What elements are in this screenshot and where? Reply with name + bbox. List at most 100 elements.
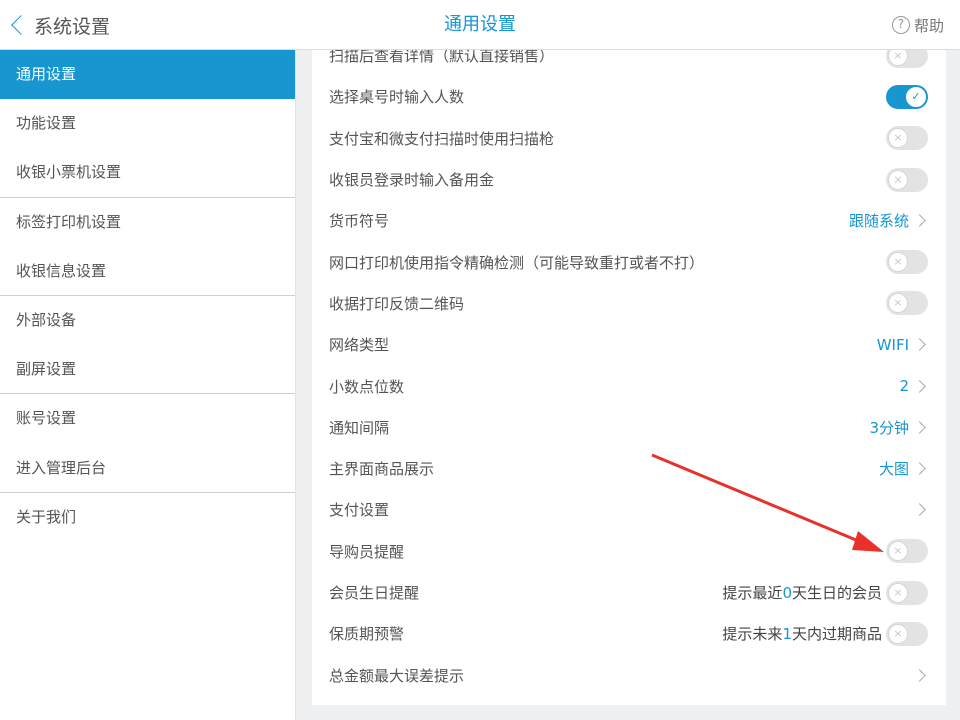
chevron-right-icon (913, 420, 926, 434)
setting-hint: 提示最近0天生日的会员 (722, 582, 882, 603)
setting-label: 选择桌号时输入人数 (329, 88, 465, 107)
toggle-switch[interactable]: × (886, 126, 928, 151)
close-icon: × (888, 252, 908, 273)
toggle-switch[interactable]: × (886, 50, 928, 68)
setting-row-scan-view-details[interactable]: 扫描后查看详情（默认直接销售） × (312, 50, 946, 76)
setting-control: ✓ (886, 84, 928, 109)
chevron-right-icon (913, 503, 926, 517)
setting-control: × (886, 539, 928, 564)
setting-control: 提示未来1天内过期商品 × (722, 621, 928, 646)
setting-label: 收据打印反馈二维码 (329, 294, 465, 313)
setting-row-cashier-petty-cash[interactable]: 收银员登录时输入备用金 × (312, 159, 946, 200)
toggle-switch[interactable]: × (886, 621, 928, 646)
sidebar-item-about[interactable]: 关于我们 (0, 493, 295, 542)
setting-control: 2 (899, 377, 928, 395)
toggle-switch[interactable]: × (886, 250, 928, 275)
sidebar-item-account[interactable]: 账号设置 (0, 394, 295, 443)
sidebar-item-external-devices[interactable]: 外部设备 (0, 296, 295, 345)
sidebar-item-admin-backend[interactable]: 进入管理后台 (0, 444, 295, 493)
setting-row-shelf-life-warning[interactable]: 保质期预警 提示未来1天内过期商品 × (312, 613, 946, 654)
chevron-right-icon (913, 214, 926, 228)
setting-control: 提示最近0天生日的会员 × (722, 580, 928, 605)
setting-control (909, 503, 928, 517)
setting-label: 会员生日提醒 (329, 584, 420, 602)
sidebar-item-cashier-info[interactable]: 收银信息设置 (0, 247, 295, 296)
sidebar-item-label-printer[interactable]: 标签打印机设置 (0, 198, 295, 247)
hint-suffix: 天内过期商品 (791, 625, 882, 644)
setting-label: 主界面商品展示 (329, 460, 435, 479)
close-icon: × (888, 293, 908, 314)
chevron-right-icon (913, 668, 926, 682)
setting-row-decimal-places[interactable]: 小数点位数 2 (312, 365, 946, 406)
toggle-switch[interactable]: × (886, 580, 928, 605)
close-icon: × (888, 128, 908, 149)
sidebar: 通用设置 功能设置 收银小票机设置 标签打印机设置 收银信息设置 外部设备 副屏… (0, 50, 296, 720)
toggle-switch[interactable]: ✓ (886, 84, 928, 109)
chevron-right-icon (913, 462, 926, 475)
toggle-switch[interactable]: × (886, 167, 928, 192)
help-label: 帮助 (913, 16, 944, 35)
sidebar-item-general[interactable]: 通用设置 (0, 50, 295, 100)
chevron-left-icon (11, 15, 31, 35)
sidebar-item-function[interactable]: 功能设置 (0, 99, 295, 148)
setting-row-member-birthday-reminder[interactable]: 会员生日提醒 提示最近0天生日的会员 × (312, 572, 946, 613)
sidebar-item-receipt-printer[interactable]: 收银小票机设置 (0, 148, 295, 198)
setting-control: × (886, 50, 928, 68)
setting-row-total-amount-error-alert[interactable]: 总金额最大误差提示 (312, 654, 946, 695)
setting-label: 支付设置 (329, 501, 390, 520)
setting-control: 跟随系统 (849, 210, 928, 231)
back-button[interactable]: 系统设置 (10, 0, 110, 50)
setting-value: 3分钟 (869, 418, 909, 437)
help-button[interactable]: ? 帮助 (891, 0, 944, 50)
setting-label: 通知间隔 (329, 418, 390, 437)
setting-row-currency-symbol[interactable]: 货币符号 跟随系统 (312, 200, 946, 241)
setting-value: 大图 (878, 460, 909, 479)
setting-label: 货币符号 (329, 212, 390, 231)
close-icon: × (888, 623, 908, 644)
setting-row-alipay-scanner-gun[interactable]: 支付宝和微支付扫描时使用扫描枪 × (312, 118, 946, 159)
setting-control: WIFI (877, 336, 928, 354)
setting-control (909, 668, 928, 682)
hint-prefix: 提示最近 (722, 584, 783, 602)
hint-suffix: 天生日的会员 (791, 584, 882, 602)
chevron-right-icon (913, 379, 926, 393)
setting-label: 保质期预警 (329, 625, 405, 644)
setting-value: 2 (899, 377, 909, 396)
sidebar-item-secondary-screen[interactable]: 副屏设置 (0, 345, 295, 395)
close-icon: × (888, 169, 908, 190)
setting-row-network-printer-precise-check[interactable]: 网口打印机使用指令精确检测（可能导致重打或者不打） × (312, 241, 946, 282)
chevron-right-icon (913, 338, 926, 352)
setting-row-payment-settings[interactable]: 支付设置 (312, 489, 946, 530)
setting-label: 收银员登录时输入备用金 (329, 171, 495, 190)
setting-value: WIFI (876, 335, 909, 354)
toggle-switch[interactable]: × (886, 291, 928, 316)
setting-row-receipt-feedback-qrcode[interactable]: 收据打印反馈二维码 × (312, 283, 946, 324)
settings-list: 扫描后查看详情（默认直接销售） × 选择桌号时输入人数 ✓ 支付宝和微支付扫描时使用扫描… (312, 50, 946, 696)
header-bar: 系统设置 通用设置 ? 帮助 (0, 0, 960, 50)
setting-hint: 提示未来1天内过期商品 (722, 623, 882, 644)
setting-row-notification-interval[interactable]: 通知间隔 3分钟 (312, 407, 946, 448)
hint-prefix: 提示未来 (722, 625, 783, 644)
check-icon: ✓ (906, 86, 926, 107)
setting-value: 跟随系统 (848, 212, 909, 231)
setting-control: 3分钟 (869, 417, 928, 438)
setting-control: 大图 (879, 458, 928, 479)
setting-label: 网络类型 (329, 336, 390, 355)
close-icon: × (888, 541, 908, 562)
settings-panel: 扫描后查看详情（默认直接销售） × 选择桌号时输入人数 ✓ 支付宝和微支付扫描时使用扫描… (312, 50, 946, 705)
setting-label: 扫描后查看详情（默认直接销售） (329, 50, 555, 66)
toggle-switch[interactable]: × (886, 539, 928, 564)
setting-label: 导购员提醒 (329, 542, 405, 561)
setting-row-network-type[interactable]: 网络类型 WIFI (312, 324, 946, 365)
close-icon: × (888, 50, 908, 66)
close-icon: × (888, 582, 908, 603)
setting-row-main-product-display[interactable]: 主界面商品展示 大图 (312, 448, 946, 489)
setting-row-table-guest-count[interactable]: 选择桌号时输入人数 ✓ (312, 76, 946, 117)
help-icon: ? (891, 16, 910, 34)
back-label: 系统设置 (34, 15, 111, 38)
hint-number[interactable]: 0 (782, 584, 792, 602)
setting-label: 网口打印机使用指令精确检测（可能导致重打或者不打） (329, 253, 705, 272)
setting-label: 小数点位数 (329, 377, 405, 396)
setting-row-shopping-guide-reminder[interactable]: 导购员提醒 × (312, 531, 946, 572)
hint-number[interactable]: 1 (782, 625, 792, 643)
